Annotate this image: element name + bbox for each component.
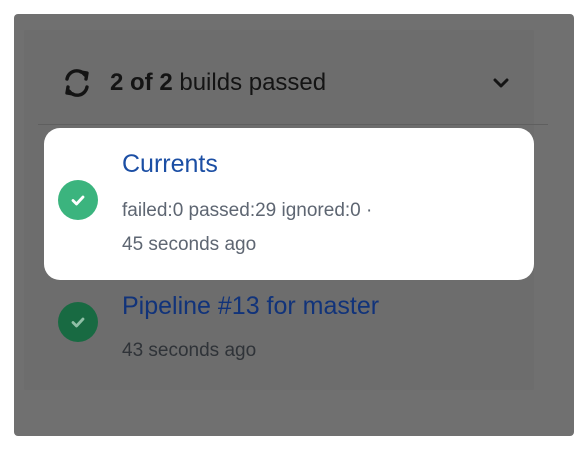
check-circle-icon xyxy=(58,302,98,342)
build-timestamp: 45 seconds ago xyxy=(122,234,257,255)
header-divider xyxy=(38,124,548,125)
chevron-down-icon[interactable] xyxy=(490,72,512,94)
build-item-currents[interactable]: Currents failed:0 passed:29 ignored:0 · … xyxy=(44,128,534,280)
builds-summary-text: 2 of 2 builds passed xyxy=(110,69,326,97)
builds-status-label: builds passed xyxy=(179,69,327,96)
build-title-link[interactable]: Pipeline #13 for master xyxy=(122,292,379,321)
build-test-stats: failed:0 passed:29 ignored:0 · xyxy=(122,200,373,221)
check-circle-icon xyxy=(58,180,98,220)
builds-count: 2 of 2 xyxy=(110,69,173,96)
builds-summary-header[interactable]: 2 of 2 builds passed xyxy=(46,58,526,108)
refresh-icon xyxy=(60,66,94,100)
build-title-link[interactable]: Currents xyxy=(122,150,218,179)
build-timestamp: 43 seconds ago xyxy=(122,340,257,361)
